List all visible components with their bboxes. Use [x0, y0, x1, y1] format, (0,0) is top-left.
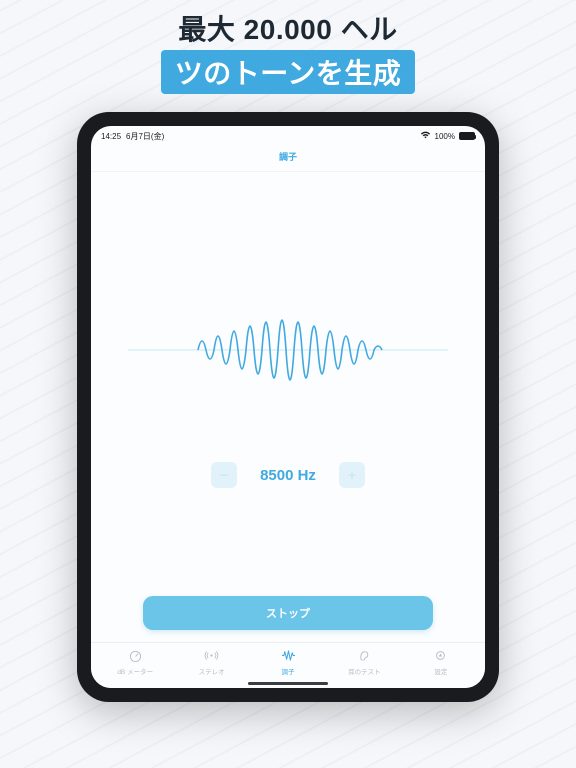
status-bar: 14:25 6月7日(金) 100%	[91, 126, 485, 146]
stop-button[interactable]: ストップ	[143, 596, 433, 630]
frequency-value[interactable]: 8500 Hz	[251, 467, 325, 484]
home-indicator	[248, 682, 328, 685]
minus-icon: −	[220, 467, 228, 483]
tab-ear-test[interactable]: 耳のテスト	[326, 649, 402, 676]
ear-icon	[357, 649, 372, 664]
plus-icon: +	[348, 467, 356, 483]
headline-line-1: 最大 20.000 ヘル	[0, 8, 576, 48]
battery-percent: 100%	[435, 132, 455, 141]
stop-button-label: ストップ	[266, 605, 310, 621]
frequency-control: − 8500 Hz +	[211, 462, 365, 488]
freq-increase-button[interactable]: +	[339, 462, 365, 488]
battery-icon	[459, 132, 475, 140]
stereo-icon	[204, 649, 219, 664]
tab-label: 調子	[282, 666, 295, 676]
tab-label: dB メーター	[117, 666, 153, 676]
db-meter-icon	[128, 649, 143, 664]
page-title: 調子	[91, 146, 485, 172]
promo-headline: 最大 20.000 ヘル ツのトーンを生成	[0, 0, 576, 94]
tab-stereo[interactable]: ステレオ	[173, 649, 249, 676]
tab-label: 耳のテスト	[348, 666, 381, 676]
freq-decrease-button[interactable]: −	[211, 462, 237, 488]
headline-line-2: ツのトーンを生成	[161, 50, 416, 94]
tablet-screen: 14:25 6月7日(金) 100% 調子	[91, 126, 485, 688]
waveform-visualizer	[128, 290, 448, 410]
tab-db-meter[interactable]: dB メーター	[97, 649, 173, 676]
tab-tone[interactable]: 調子	[250, 649, 326, 676]
status-date: 6月7日(金)	[126, 131, 164, 142]
wifi-icon	[420, 131, 431, 141]
tab-label: ステレオ	[199, 666, 225, 676]
tab-settings[interactable]: 設定	[403, 649, 479, 676]
status-time: 14:25	[101, 132, 121, 141]
tab-label: 設定	[434, 666, 447, 676]
settings-icon	[433, 649, 448, 664]
wave-icon	[281, 649, 296, 664]
tablet-frame: 14:25 6月7日(金) 100% 調子	[77, 112, 499, 702]
